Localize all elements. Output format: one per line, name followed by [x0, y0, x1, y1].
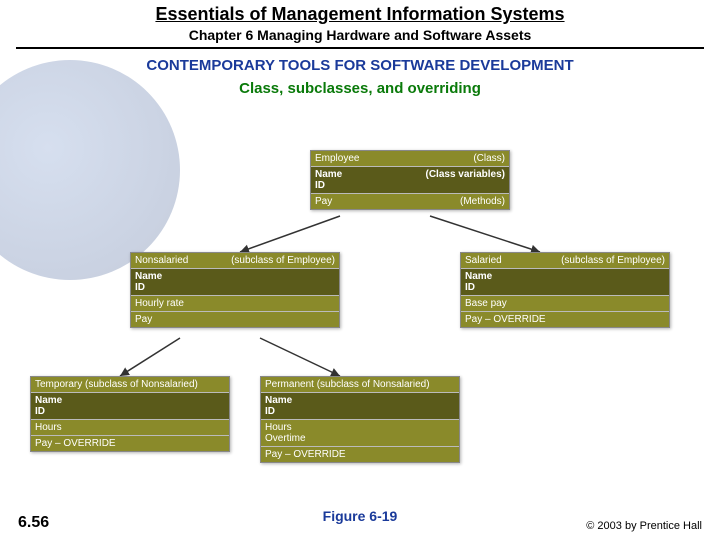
- salaried-title: Salaried: [465, 255, 502, 266]
- employee-meth: Pay: [315, 196, 332, 207]
- nonsalaried-meth: Pay: [131, 312, 339, 327]
- employee-title: Employee: [315, 153, 359, 164]
- divider: [16, 47, 704, 49]
- employee-vars: Name ID: [315, 169, 342, 191]
- slide-subtitle: Class, subclasses, and overriding: [0, 80, 720, 97]
- temporary-meth: Pay – OVERRIDE: [31, 436, 229, 451]
- employee-meth-note: (Methods): [460, 196, 505, 207]
- salaried-note: (subclass of Employee): [561, 255, 665, 266]
- employee-vars-note: (Class variables): [426, 169, 506, 191]
- header-block: Essentials of Management Information Sys…: [0, 0, 720, 43]
- copyright: © 2003 by Prentice Hall: [586, 520, 702, 532]
- nonsalaried-title: Nonsalaried: [135, 255, 188, 266]
- salaried-extra: Base pay: [461, 296, 669, 312]
- nonsalaried-note: (subclass of Employee): [231, 255, 335, 266]
- permanent-vars: Name ID: [261, 393, 459, 420]
- class-diagram: Employee (Class) Name ID (Class variables)…: [30, 150, 690, 490]
- book-title: Essentials of Management Information Sys…: [0, 4, 720, 25]
- temporary-extra: Hours: [31, 420, 229, 436]
- permanent-extra: Hours Overtime: [261, 420, 459, 447]
- nonsalaried-extra: Hourly rate: [131, 296, 339, 312]
- class-permanent: Permanent (subclass of Nonsalaried) Name…: [260, 376, 460, 463]
- chapter-title: Chapter 6 Managing Hardware and Software…: [0, 27, 720, 43]
- nonsalaried-vars: Name ID: [131, 269, 339, 296]
- permanent-title: Permanent (subclass of Nonsalaried): [261, 377, 459, 393]
- permanent-meth: Pay – OVERRIDE: [261, 447, 459, 462]
- employee-class-note: (Class): [473, 153, 505, 164]
- class-employee: Employee (Class) Name ID (Class variables)…: [310, 150, 510, 210]
- section-heading: CONTEMPORARY TOOLS FOR SOFTWARE DEVELOPM…: [0, 57, 720, 74]
- salaried-meth: Pay – OVERRIDE: [461, 312, 669, 327]
- class-salaried: Salaried (subclass of Employee) Name ID B…: [460, 252, 670, 328]
- class-temporary: Temporary (subclass of Nonsalaried) Name…: [30, 376, 230, 452]
- class-nonsalaried: Nonsalaried (subclass of Employee) Name I…: [130, 252, 340, 328]
- temporary-title: Temporary (subclass of Nonsalaried): [31, 377, 229, 393]
- temporary-vars: Name ID: [31, 393, 229, 420]
- page-number: 6.56: [18, 514, 49, 532]
- salaried-vars: Name ID: [461, 269, 669, 296]
